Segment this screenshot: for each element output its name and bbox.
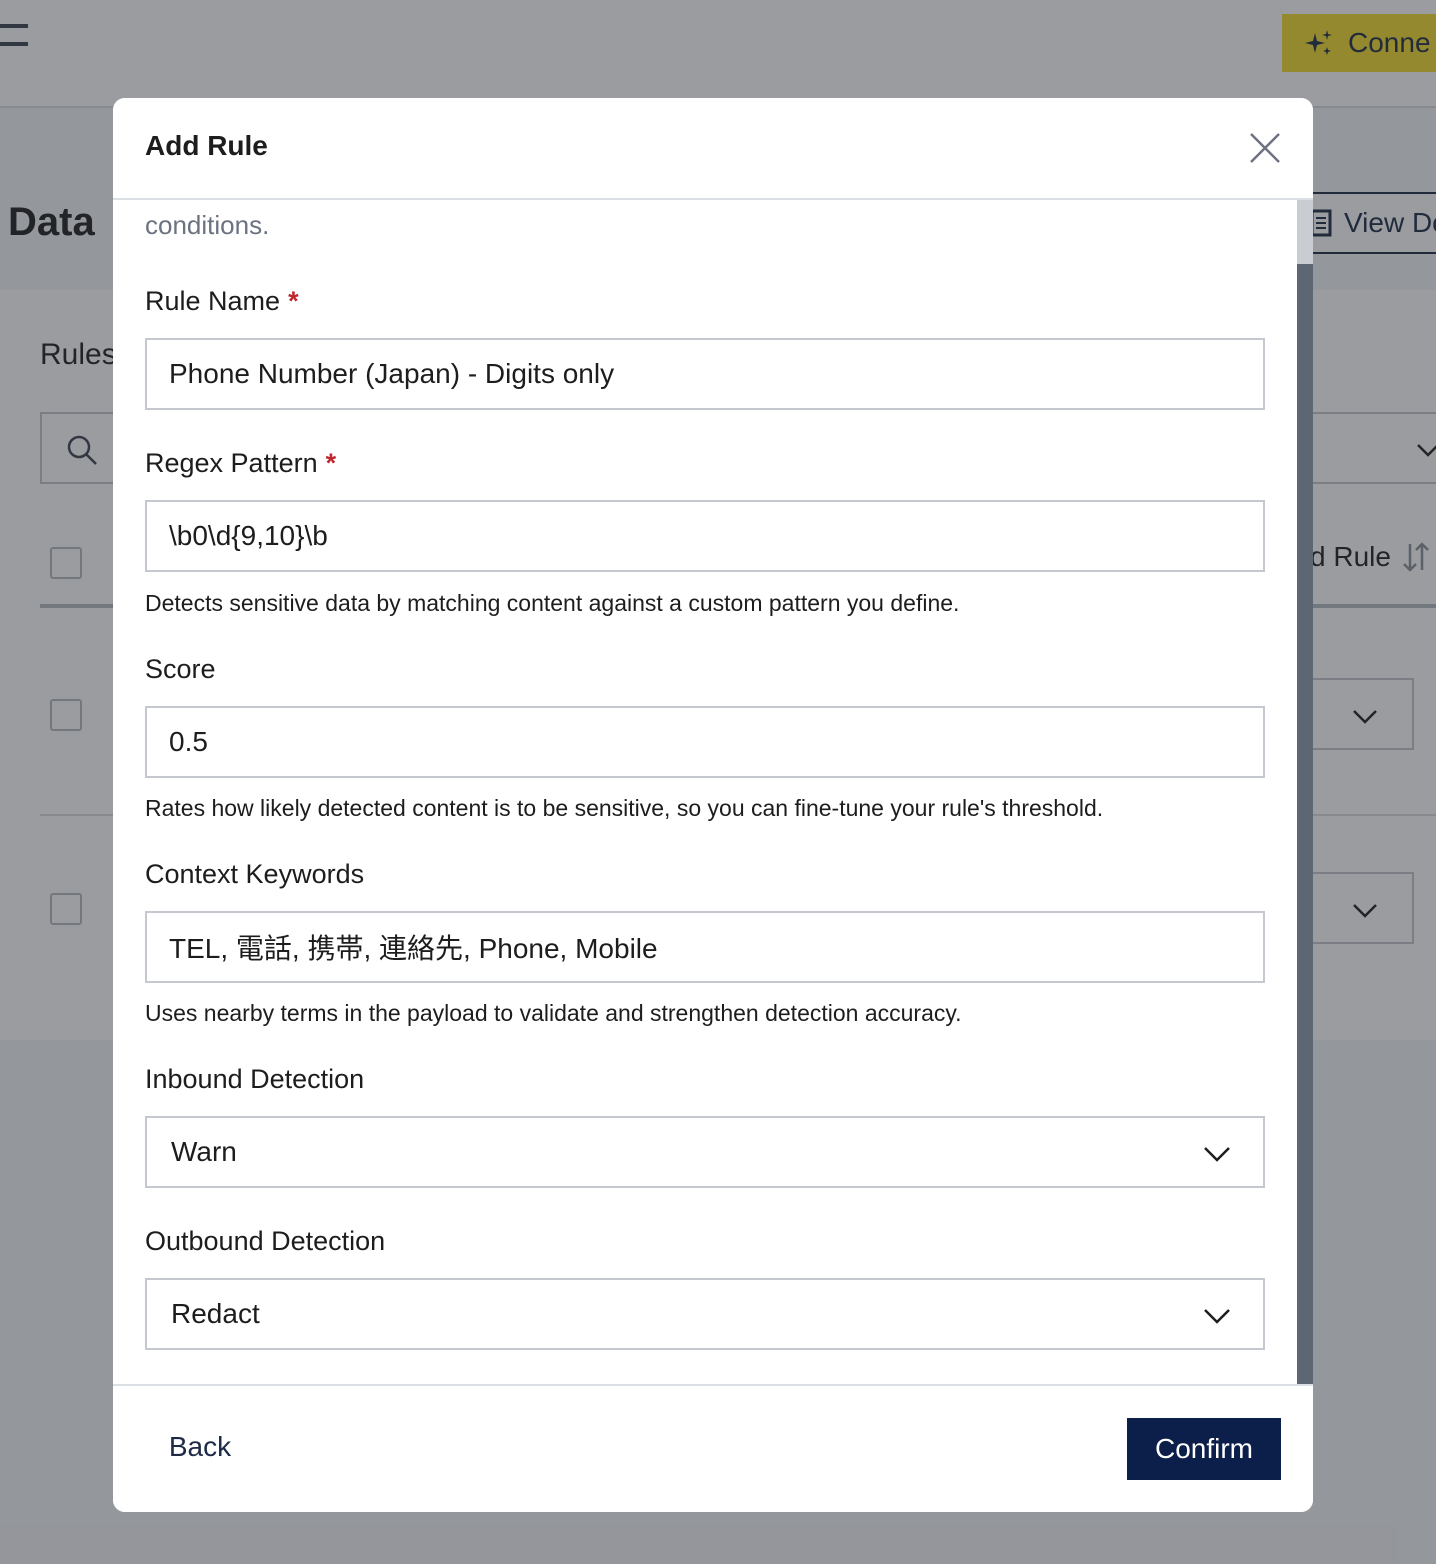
inbound-detection-value: Warn <box>171 1136 237 1167</box>
rule-name-label: Rule Name * <box>145 286 299 317</box>
add-rule-modal: Add Rule conditions. Rule Name* Regex Pa… <box>113 98 1313 1512</box>
chevron-down-icon <box>1204 1147 1230 1162</box>
regex-pattern-input[interactable] <box>145 500 1265 572</box>
close-icon <box>1250 133 1280 163</box>
outbound-detection-value: Redact <box>171 1298 260 1329</box>
back-button[interactable]: Back <box>145 1416 255 1478</box>
regex-pattern-label-text: Regex Pattern <box>145 448 318 478</box>
scrollbar-thumb[interactable] <box>1297 200 1313 264</box>
outbound-detection-label: Outbound Detection <box>145 1226 386 1256</box>
context-keywords-helper: Uses nearby terms in the payload to vali… <box>145 1000 962 1026</box>
modal-header: Add Rule <box>113 98 1313 200</box>
modal-title: Add Rule <box>145 130 268 161</box>
modal-footer: Back Confirm <box>113 1384 1313 1512</box>
context-keywords-label: Context Keywords <box>145 859 365 889</box>
required-mark: * <box>325 448 337 478</box>
context-keywords-input[interactable] <box>145 911 1265 983</box>
required-mark: * <box>288 286 299 316</box>
score-input[interactable] <box>145 706 1265 778</box>
scrollbar-track[interactable] <box>1297 200 1313 1384</box>
chevron-down-icon <box>1204 1309 1230 1324</box>
inbound-detection-label: Inbound Detection <box>145 1064 365 1094</box>
score-label: Score <box>145 654 216 684</box>
modal-body[interactable]: conditions. Rule Name* Regex Pattern* De… <box>113 200 1313 1384</box>
regex-pattern-helper: Detects sensitive data by matching conte… <box>145 590 960 616</box>
score-helper: Rates how likely detected content is to … <box>145 795 1104 821</box>
regex-pattern-label: Regex Pattern * <box>145 448 336 479</box>
close-button[interactable] <box>1249 132 1281 164</box>
inbound-detection-select[interactable]: Warn <box>145 1116 1265 1188</box>
rule-name-input[interactable] <box>145 338 1265 410</box>
outbound-detection-select[interactable]: Redact <box>145 1278 1265 1350</box>
confirm-button[interactable]: Confirm <box>1127 1418 1281 1480</box>
rule-name-label-text: Rule Name <box>145 286 281 316</box>
intro-text: conditions. <box>145 210 270 240</box>
